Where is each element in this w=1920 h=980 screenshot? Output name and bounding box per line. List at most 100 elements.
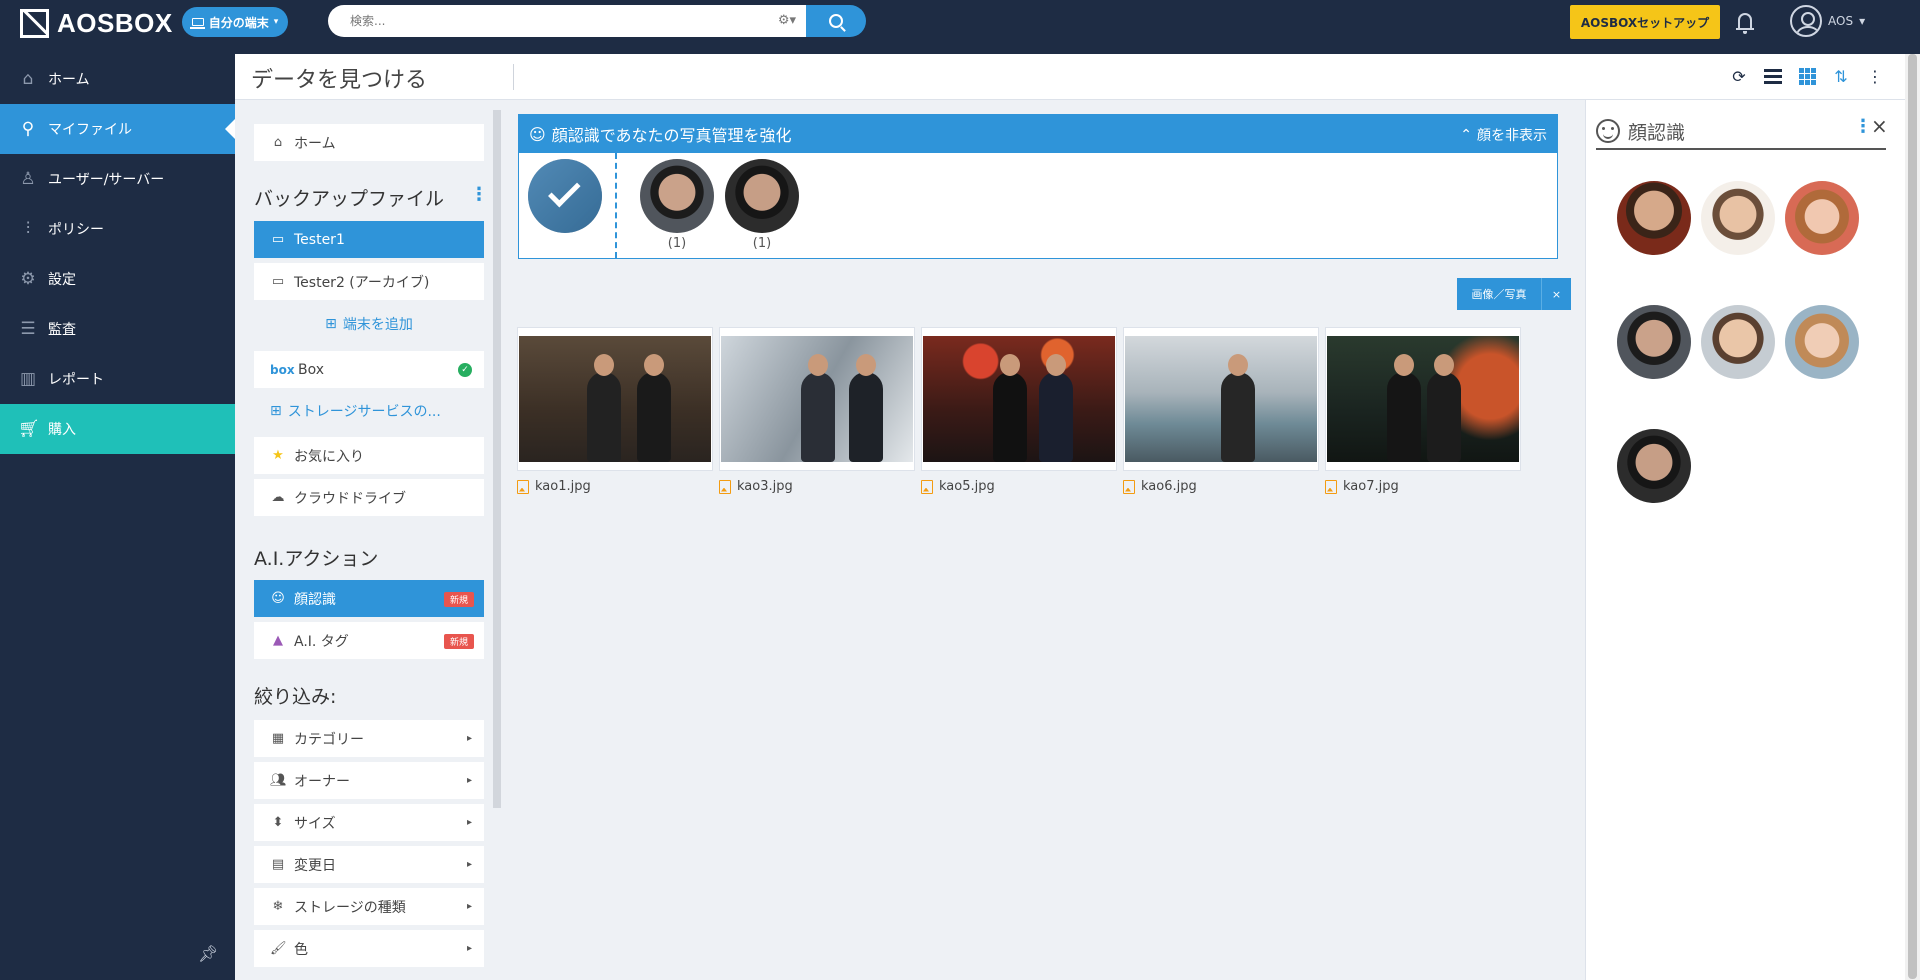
user-menu[interactable]: AOS ▾ — [1790, 5, 1865, 37]
filter-size[interactable]: ⬍ サイズ ▸ — [254, 804, 484, 841]
file-name-row[interactable]: kao7.jpg — [1325, 479, 1521, 494]
sidebar-item-label: Box — [298, 361, 325, 378]
file-thumbnail[interactable] — [517, 327, 713, 471]
photo-preview — [1327, 336, 1519, 462]
search-settings-icon[interactable]: ⚙▾ — [778, 13, 796, 28]
search-input[interactable] — [350, 14, 750, 28]
dashed-divider — [615, 153, 617, 258]
sidebar-item-cloud-drive[interactable]: ☁ クラウドドライブ — [254, 479, 484, 516]
remove-filter-icon[interactable]: × — [1541, 278, 1571, 310]
photo-preview — [923, 336, 1115, 462]
hide-faces-button[interactable]: ⌃ 顔を非表示 — [1460, 125, 1547, 145]
grid-view-icon[interactable] — [1797, 66, 1817, 86]
sidebar-item-tester1[interactable]: ▭ Tester1 — [254, 221, 484, 258]
face-thumbnail[interactable] — [1617, 181, 1691, 255]
sidebar-item-tester2[interactable]: ▭ Tester2 (アーカイブ) — [254, 263, 484, 300]
nav-item-home[interactable]: ⌂ ホーム — [0, 54, 235, 104]
face-thumbnail[interactable] — [640, 159, 714, 233]
sidebar-item-face-recognition[interactable]: ☺ 顔認識 新規 — [254, 580, 484, 617]
top-bar: AOSBOX 自分の端末 ▾ ⚙▾ AOSBOXセットアップ AOS ▾ — [0, 0, 1920, 54]
backup-menu-icon[interactable]: ⋮ — [470, 184, 488, 205]
filter-category[interactable]: ▦ カテゴリー ▸ — [254, 720, 484, 757]
sidebar-item-ai-tag[interactable]: ▲ A.I. タグ 新規 — [254, 622, 484, 659]
file-thumbnail[interactable] — [1325, 327, 1521, 471]
file-card[interactable]: kao7.jpg — [1325, 327, 1521, 494]
file-card[interactable]: kao5.jpg — [921, 327, 1117, 494]
grid-icon: ▦ — [271, 731, 285, 746]
list-view-icon[interactable] — [1763, 66, 1783, 86]
star-icon: ★ — [272, 448, 284, 463]
file-card[interactable]: kao3.jpg — [719, 327, 915, 494]
photo-figure — [1221, 354, 1255, 462]
file-name-row[interactable]: kao6.jpg — [1123, 479, 1319, 494]
photo-figure — [637, 354, 671, 462]
more-options-icon[interactable]: ⋮ — [1865, 66, 1885, 86]
face-thumbnail[interactable] — [1701, 305, 1775, 379]
nav-item-label: ユーザー/サーバー — [48, 172, 165, 188]
face-thumbnail[interactable] — [1617, 305, 1691, 379]
users-icon: ♙ — [20, 169, 36, 189]
file-thumbnail[interactable] — [719, 327, 915, 471]
file-thumbnail[interactable] — [921, 327, 1117, 471]
calendar-icon: ▤ — [271, 857, 285, 872]
add-storage-label: ストレージサービスの... — [287, 403, 441, 420]
setup-button[interactable]: AOSBOXセットアップ — [1570, 5, 1720, 39]
refresh-icon[interactable]: ⟳ — [1729, 66, 1749, 86]
page-scrollbar[interactable] — [1905, 54, 1920, 980]
sort-icon[interactable]: ⇅ — [1831, 66, 1851, 86]
pin-icon[interactable]: 📌︎ — [198, 944, 218, 963]
file-thumbnail[interactable] — [1123, 327, 1319, 471]
nav-item-label: レポート — [48, 372, 104, 388]
all-faces-selected[interactable] — [528, 159, 602, 233]
aosbox-logo[interactable]: AOSBOX — [20, 8, 173, 39]
filter-color[interactable]: 🖌︎ 色 ▸ — [254, 930, 484, 967]
face-thumbnail[interactable] — [1785, 181, 1859, 255]
logo-text: AOSBOX — [57, 8, 173, 38]
file-card[interactable]: kao1.jpg — [517, 327, 713, 494]
file-name-row[interactable]: kao1.jpg — [517, 479, 713, 494]
close-icon[interactable]: × — [1871, 114, 1888, 138]
nav-item-reports[interactable]: ▥ レポート — [0, 354, 235, 404]
filter-modified-date[interactable]: ▤ 変更日 ▸ — [254, 846, 484, 883]
face-thumbnail[interactable] — [1785, 305, 1859, 379]
nav-item-policy[interactable]: ⫶ ポリシー — [0, 204, 235, 254]
sidebar-item-box[interactable]: box Box ✓ — [254, 351, 484, 388]
bell-icon[interactable] — [1736, 13, 1754, 34]
nav-item-audit[interactable]: ☰ 監査 — [0, 304, 235, 354]
sidebar-item-home[interactable]: ⌂ ホーム — [254, 124, 484, 161]
plus-box-icon: ⊞ — [325, 315, 337, 332]
face-thumbnail[interactable] — [1617, 429, 1691, 503]
tree-icon: ▲ — [273, 633, 283, 648]
add-storage-link[interactable]: ⊞ ストレージサービスの... — [254, 392, 484, 429]
chevron-right-icon: ▸ — [466, 859, 472, 870]
file-name: kao5.jpg — [939, 479, 995, 494]
laptop-icon: ▭ — [271, 232, 285, 247]
cloud-drive-icon: ☁ — [271, 490, 285, 505]
nav-item-users-servers[interactable]: ♙ ユーザー/サーバー — [0, 154, 235, 204]
photo-preview — [519, 336, 711, 462]
file-card[interactable]: kao6.jpg — [1123, 327, 1319, 494]
face-thumbnail[interactable] — [725, 159, 799, 233]
photo-preview — [721, 336, 913, 462]
nav-item-my-files[interactable]: ⚲ マイファイル — [0, 104, 235, 154]
filter-tag-label[interactable]: 画像／写真 — [1457, 278, 1541, 310]
nav-item-purchase[interactable]: 🛒︎ 購入 — [0, 404, 235, 454]
device-selector[interactable]: 自分の端末 ▾ — [182, 7, 288, 37]
add-device-link[interactable]: ⊞ 端末を追加 — [254, 305, 484, 342]
file-name: kao6.jpg — [1141, 479, 1197, 494]
file-name-row[interactable]: kao3.jpg — [719, 479, 915, 494]
file-name-row[interactable]: kao5.jpg — [921, 479, 1117, 494]
search-button[interactable] — [806, 5, 866, 37]
filter-storage-type[interactable]: ❄ ストレージの種類 ▸ — [254, 888, 484, 925]
smiley-icon: ☺ — [271, 591, 285, 606]
sidebar-item-favorites[interactable]: ★ お気に入り — [254, 437, 484, 474]
search-bar: ⚙▾ — [328, 5, 806, 37]
file-name: kao1.jpg — [535, 479, 591, 494]
list-icon: ☰ — [20, 319, 36, 339]
filter-owner[interactable]: 👥︎ オーナー ▸ — [254, 762, 484, 799]
face-thumbnail[interactable] — [1701, 181, 1775, 255]
nav-item-settings[interactable]: ⚙ 設定 — [0, 254, 235, 304]
sidebar-scrollbar[interactable] — [493, 110, 501, 808]
sliders-icon: ⫶ — [25, 219, 31, 239]
panel-menu-icon[interactable]: ⋮ — [1854, 116, 1872, 137]
